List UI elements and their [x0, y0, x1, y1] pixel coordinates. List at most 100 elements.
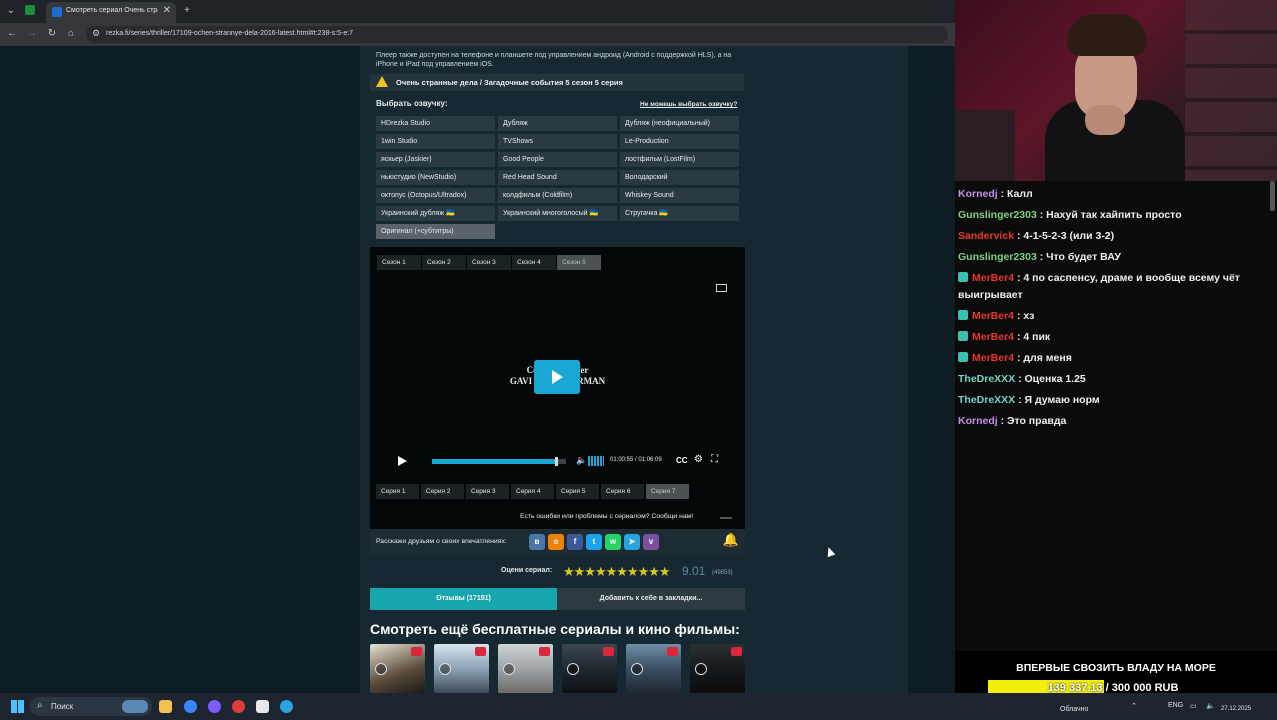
volume-icon[interactable]: 🔈 — [1206, 702, 1215, 710]
chat-username[interactable]: TheDreXXX — [958, 394, 1015, 406]
ok-share-icon[interactable]: о — [548, 534, 564, 550]
voice-option[interactable]: Дубляж (неофициальный) — [620, 116, 739, 131]
twitter-share-icon[interactable]: t — [586, 534, 602, 550]
settings-gear-icon[interactable]: ⚙ — [694, 454, 703, 465]
series-thumbnail[interactable] — [690, 644, 745, 693]
site-info-icon[interactable]: ⚙ — [92, 28, 100, 39]
voice-option[interactable]: 1win Studio — [376, 134, 495, 149]
voice-option-selected[interactable]: Оригинал (+субтитры) — [376, 224, 495, 239]
network-icon[interactable]: ▭ — [1190, 702, 1197, 710]
rating-stars[interactable]: ★★★★★★★★★★ — [563, 564, 671, 580]
series-thumbnail[interactable] — [562, 644, 617, 693]
season-tab[interactable]: Сезон 1 — [377, 255, 421, 270]
browser-icon[interactable] — [208, 700, 221, 713]
episode-tab[interactable]: Серия 5 — [556, 484, 599, 499]
voice-option[interactable]: Дубляж — [498, 116, 617, 131]
volume-icon[interactable]: 🔈 — [576, 455, 587, 466]
episode-tab[interactable]: Серия 1 — [376, 484, 419, 499]
whatsapp-share-icon[interactable]: w — [605, 534, 621, 550]
chat-username[interactable]: Kornedj — [958, 415, 998, 427]
address-field[interactable]: ⚙ rezka.fi/series/thriller/17109-ochen-s… — [86, 26, 948, 43]
series-thumbnail[interactable] — [626, 644, 681, 693]
voice-option[interactable]: Украинский дубляж 🇺🇦 — [376, 206, 495, 221]
voice-option[interactable]: Украинский многоголосый 🇺🇦 — [498, 206, 617, 221]
progress-handle[interactable] — [555, 457, 558, 466]
chat-username[interactable]: MerBer4 — [972, 272, 1014, 284]
app-icon[interactable] — [256, 700, 269, 713]
series-thumbnail[interactable] — [498, 644, 553, 693]
forward-icon[interactable]: → — [25, 28, 39, 39]
volume-slider[interactable] — [588, 456, 604, 466]
series-thumbnail[interactable] — [370, 644, 425, 693]
chat-username[interactable]: Gunslinger2303 — [958, 209, 1037, 221]
season-tab[interactable]: Сезон 2 — [422, 255, 466, 270]
episode-tab[interactable]: Серия 6 — [601, 484, 644, 499]
tab-group-icon[interactable] — [25, 5, 35, 15]
voice-option[interactable]: Whiskey Sound — [620, 188, 739, 203]
chat-username[interactable]: TheDreXXX — [958, 373, 1015, 385]
chat-username[interactable]: MerBer4 — [972, 352, 1014, 364]
tray-chevron-icon[interactable]: ⌃ — [1131, 702, 1137, 710]
season-tab[interactable]: Сезон 3 — [467, 255, 511, 270]
new-tab-icon[interactable]: + — [180, 4, 194, 18]
chat-username[interactable]: MerBer4 — [972, 331, 1014, 343]
voice-option[interactable]: колдфильм (Coldfilm) — [498, 188, 617, 203]
home-icon[interactable]: ⌂ — [64, 28, 78, 39]
report-problem-link[interactable]: Есть ошибки или проблемы с сериалом? Соо… — [520, 513, 693, 520]
chair — [955, 110, 1015, 181]
voice-option[interactable]: Le-Production — [620, 134, 739, 149]
vk-share-icon[interactable]: в — [529, 534, 545, 550]
series-thumbnail[interactable] — [434, 644, 489, 693]
episode-tab[interactable]: Серия 4 — [511, 484, 554, 499]
back-icon[interactable]: ← — [5, 28, 19, 39]
subtitles-button[interactable]: CC — [676, 456, 688, 465]
voice-option[interactable]: Стругачка 🇺🇦 — [620, 206, 739, 221]
episode-tab[interactable]: Серия 2 — [421, 484, 464, 499]
viber-share-icon[interactable]: v — [643, 534, 659, 550]
tab-list-chevron-icon[interactable]: ⌄ — [4, 4, 18, 18]
telegram-icon[interactable] — [280, 700, 293, 713]
progress-bar[interactable] — [432, 459, 566, 464]
chat-username[interactable]: Kornedj — [958, 188, 998, 200]
facebook-share-icon[interactable]: f — [567, 534, 583, 550]
voice-option[interactable]: ньюстудио (NewStudio) — [376, 170, 495, 185]
episode-tab[interactable]: Серия 3 — [466, 484, 509, 499]
chat-scrollbar[interactable] — [1270, 181, 1275, 211]
reload-icon[interactable]: ↻ — [45, 28, 59, 39]
picture-in-picture-icon[interactable] — [716, 284, 727, 292]
voice-help-link[interactable]: Не можешь выбрать озвучку? — [640, 101, 737, 108]
clock-date[interactable]: 27.12.2025 — [1221, 706, 1251, 712]
play-button[interactable] — [398, 456, 407, 466]
big-play-button[interactable] — [534, 360, 580, 394]
fullscreen-icon[interactable]: ⛶ — [711, 454, 718, 465]
episode-tab-selected[interactable]: Серия 7 — [646, 484, 689, 499]
chat-username[interactable]: Gunslinger2303 — [958, 251, 1037, 263]
voice-option[interactable]: Good People — [498, 152, 617, 167]
notification-bell-icon[interactable]: 🔔 — [722, 532, 740, 550]
voice-option[interactable]: октопус (Octopus/Ultradox) — [376, 188, 495, 203]
browser-tab[interactable]: Смотреть сериал Очень стра... ✕ — [46, 2, 176, 23]
windows-start-icon[interactable] — [11, 700, 24, 713]
chat-badge-icon — [958, 352, 968, 362]
video-player[interactable]: Сезон 1 Сезон 2 Сезон 3 Сезон 4 Сезон 5 … — [370, 247, 745, 529]
voice-option[interactable]: HDrezka Studio — [376, 116, 495, 131]
voice-option[interactable]: Red Head Sound — [498, 170, 617, 185]
chat-username[interactable]: Sandervick — [958, 230, 1014, 242]
voice-option[interactable]: TVShows — [498, 134, 617, 149]
telegram-share-icon[interactable]: ➤ — [624, 534, 640, 550]
voice-option[interactable]: Володарский — [620, 170, 739, 185]
file-explorer-icon[interactable] — [159, 700, 172, 713]
voice-option[interactable]: яскьер (Jaskier) — [376, 152, 495, 167]
app-icon[interactable] — [232, 700, 245, 713]
streamer-hair — [1067, 14, 1147, 56]
season-tab[interactable]: Сезон 4 — [512, 255, 556, 270]
chrome-icon[interactable] — [184, 700, 197, 713]
reviews-button[interactable]: Отзывы (17151) — [370, 588, 557, 610]
close-tab-icon[interactable]: ✕ — [163, 5, 171, 16]
voice-option[interactable]: лостфильм (LostFilm) — [620, 152, 739, 167]
language-indicator[interactable]: ENG — [1168, 702, 1183, 709]
season-tab-selected[interactable]: Сезон 5 — [557, 255, 601, 270]
taskbar-search[interactable]: ⌕ Поиск — [30, 697, 152, 716]
chat-username[interactable]: MerBer4 — [972, 310, 1014, 322]
add-bookmark-button[interactable]: Добавить к себе в закладки... — [557, 588, 745, 610]
